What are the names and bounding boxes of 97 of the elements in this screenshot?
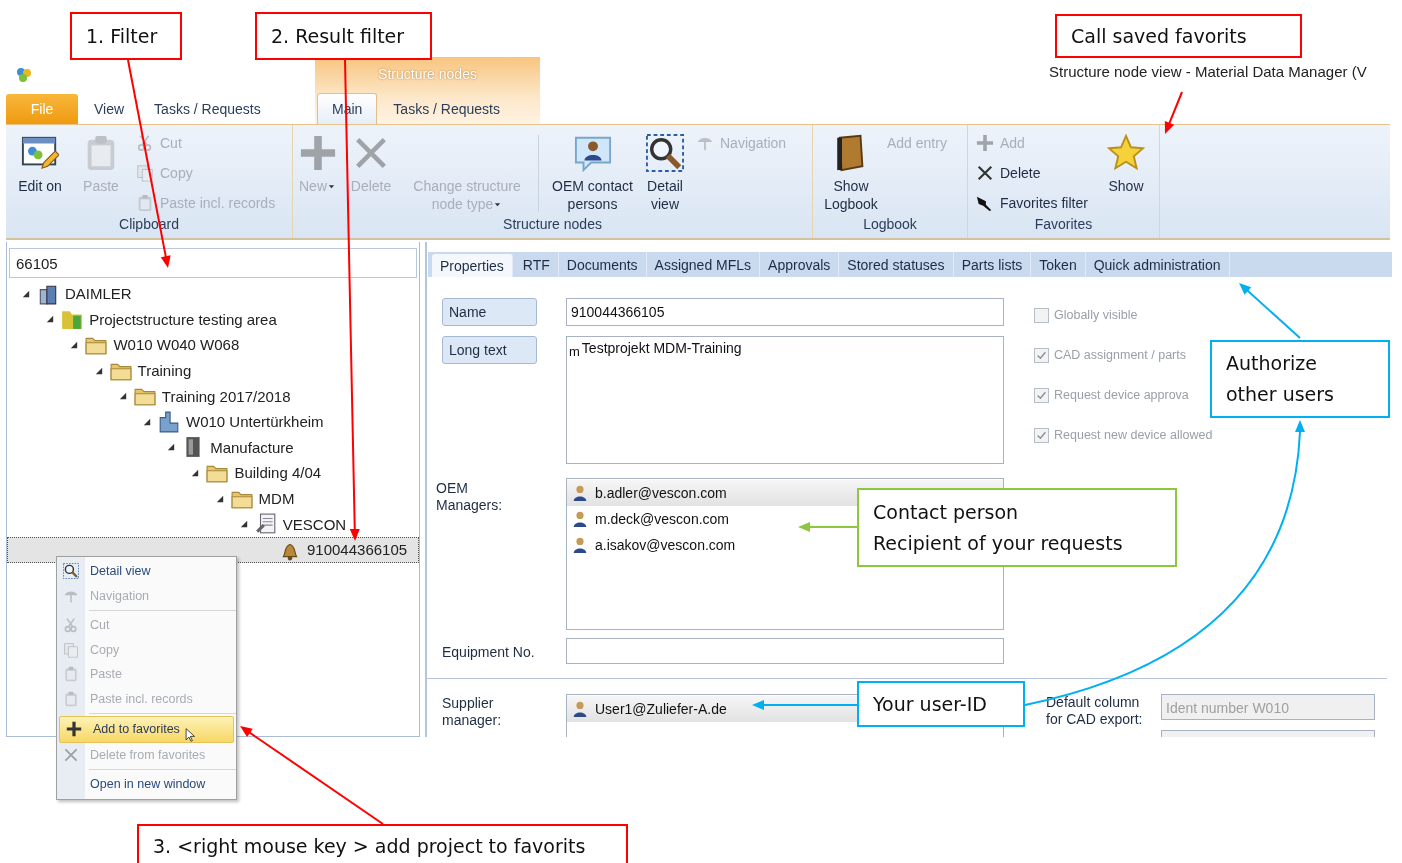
plus-icon <box>298 134 337 172</box>
scissors-icon <box>63 617 79 634</box>
checkmark-icon <box>1036 389 1047 401</box>
ribbon-tab[interactable]: Tasks / Requests <box>379 94 514 124</box>
plus-icon <box>66 721 82 738</box>
ribbon-button[interactable]: Delete <box>970 161 1095 185</box>
name-field[interactable]: 910044366105 <box>566 298 1004 326</box>
person-icon <box>571 484 589 502</box>
ribbon-group-label: Logbook <box>862 216 918 234</box>
plus-icon <box>976 134 994 152</box>
factory-icon <box>158 410 180 433</box>
detail-tab[interactable]: RTF <box>514 252 559 277</box>
callout-text: other users <box>1226 382 1335 407</box>
ribbon-button[interactable]: OEM contact persons <box>545 129 640 216</box>
tree-item[interactable]: MDM <box>7 485 419 512</box>
field-label: Name <box>442 298 537 326</box>
magnifier-icon <box>646 134 684 172</box>
callout-text: Authorize <box>1226 351 1318 376</box>
field-label: Long text <box>442 336 537 364</box>
long-text-field[interactable]: m Testprojekt MDM-Training <box>566 336 1004 464</box>
tree-item[interactable]: DAIMLER <box>7 281 419 307</box>
tree-item[interactable]: Training 2017/2018 <box>7 383 419 409</box>
mouse-cursor-icon <box>184 728 198 742</box>
menu-item[interactable]: Open in new window <box>57 772 236 797</box>
detail-tab[interactable]: Quick administration <box>1085 252 1230 277</box>
star-icon <box>1107 134 1145 172</box>
copy-icon <box>63 641 79 658</box>
person-icon <box>571 536 589 554</box>
ribbon-button[interactable]: Show <box>1095 129 1157 216</box>
filter-field[interactable]: 66105 <box>9 248 417 278</box>
person-bubble-icon <box>573 134 612 172</box>
detail-tab[interactable]: Approvals <box>760 252 840 277</box>
expand-triangle-icon <box>22 289 30 298</box>
callout-text: 3. <right mouse key > add project to favorits <box>153 833 587 859</box>
field-label: Equipment No. <box>442 644 536 661</box>
long-text-value: Testprojekt MDM-Training <box>581 340 742 356</box>
expand-triangle-icon <box>70 341 79 349</box>
clipboard-icon <box>63 690 79 707</box>
expand-triangle-icon <box>46 315 55 324</box>
checkmark-icon <box>1036 349 1047 361</box>
annotation-arrow <box>1164 91 1183 134</box>
expand-triangle-icon <box>239 520 248 529</box>
detail-tab[interactable]: Properties <box>432 254 513 277</box>
detail-tab[interactable]: Stored statuses <box>839 252 954 277</box>
expand-triangle-icon <box>167 443 176 452</box>
person-icon <box>571 510 589 528</box>
ribbon-button[interactable]: Detail view <box>640 129 690 216</box>
tree-item[interactable]: VESCON <box>7 511 419 537</box>
detail-tab[interactable]: Parts lists <box>953 252 1032 277</box>
callout-text: Call saved favorits <box>1071 23 1248 49</box>
caret-icon <box>493 200 503 209</box>
clipboard-icon <box>136 194 154 212</box>
tree-item[interactable]: Building 4/04 <box>7 460 419 486</box>
magnifier-icon <box>63 563 79 580</box>
detail-tab[interactable]: Documents <box>558 252 647 277</box>
detail-tab[interactable]: Token <box>1031 252 1086 277</box>
ribbon-group-label: Favorites <box>1033 216 1094 234</box>
text-fragment: m <box>569 343 580 359</box>
expand-triangle-icon <box>191 468 200 477</box>
expand-triangle-icon <box>94 366 103 375</box>
funnel-icon <box>976 194 994 212</box>
project-folder-icon <box>61 308 84 331</box>
tree-item[interactable]: Projectstructure testing area <box>7 306 419 333</box>
window-title: Structure node view - Material Data Manager (V <box>1049 63 1367 81</box>
tree-item[interactable]: Training <box>7 357 419 384</box>
tree-item[interactable]: Manufacture <box>7 434 419 461</box>
ribbon-tab[interactable]: Tasks / Requests <box>140 94 275 124</box>
field-label: Default column for CAD export: <box>1046 694 1144 729</box>
checkmark-icon <box>1036 429 1047 441</box>
expand-triangle-icon <box>143 417 151 426</box>
edit-icon <box>21 134 59 172</box>
copy-icon <box>136 164 154 182</box>
field-label: Supplier manager: <box>442 695 503 729</box>
equipment-field[interactable] <box>566 638 1004 664</box>
contextual-tab-header: Structure nodes <box>377 64 478 84</box>
ribbon-button[interactable]: Edit on <box>8 129 72 216</box>
ribbon-group-label: Structure nodes <box>502 216 603 234</box>
tree-item[interactable]: 910044366105 <box>7 536 419 563</box>
callout-text: 2. Result filter <box>271 23 406 49</box>
ribbon-button[interactable]: Favorites filter <box>970 191 1095 215</box>
document-icon <box>254 513 277 536</box>
expand-triangle-icon <box>118 392 127 401</box>
expand-triangle-icon <box>215 494 224 503</box>
tree-item[interactable]: W010 W040 W068 <box>7 332 419 358</box>
ribbon-button[interactable]: Show Logbook <box>815 129 887 216</box>
field-label: OEM Managers: <box>436 480 504 514</box>
person-icon <box>571 700 589 718</box>
scissors-icon <box>136 134 154 152</box>
cross-icon <box>976 164 994 182</box>
caret-icon <box>327 182 336 191</box>
detail-tab[interactable]: Assigned MFLs <box>646 252 761 277</box>
cross-icon <box>63 746 79 763</box>
menu-item[interactable]: Add to favorites <box>59 716 234 743</box>
clipboard-icon <box>63 666 79 683</box>
ribbon-tab[interactable]: View <box>80 94 139 124</box>
tree-item[interactable]: W010 Untertürkheim <box>7 408 419 435</box>
callout-text: 1. Filter <box>86 23 159 49</box>
